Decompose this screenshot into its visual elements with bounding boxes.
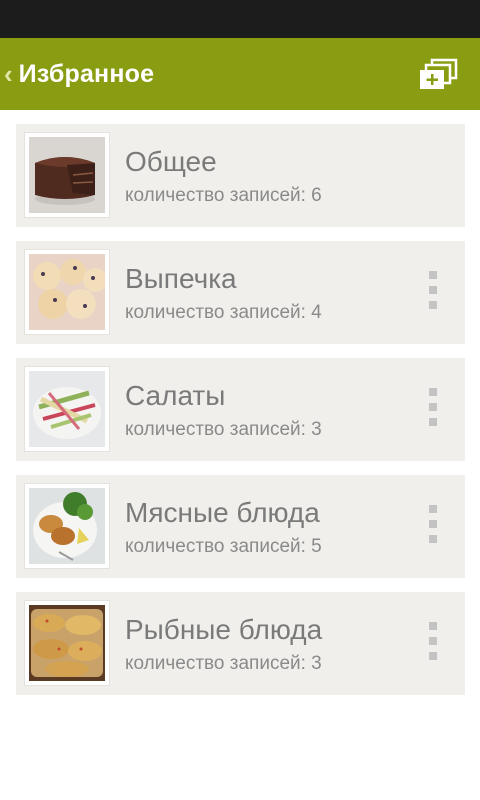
app-toolbar: ‹ Избранное	[0, 38, 480, 110]
add-collection-icon	[420, 58, 458, 89]
category-card-fish[interactable]: Рыбные блюда количество записей: 3	[16, 592, 465, 695]
dot-icon	[429, 271, 437, 279]
category-card-meat[interactable]: Мясные блюда количество записей: 5	[16, 475, 465, 578]
buns-image	[25, 250, 109, 334]
category-title: Салаты	[125, 380, 226, 411]
category-count: количество записей: 4	[125, 302, 322, 323]
dot-icon	[429, 388, 437, 396]
overflow-menu-button[interactable]	[424, 388, 444, 428]
cutlets-plate-image	[25, 484, 109, 568]
overflow-menu-button[interactable]	[424, 271, 444, 311]
dot-icon	[429, 403, 437, 411]
category-count: количество записей: 3	[125, 653, 322, 674]
category-count: количество записей: 5	[125, 536, 322, 557]
category-title: Мясные блюда	[125, 497, 320, 528]
dot-icon	[429, 520, 437, 528]
category-card-salads[interactable]: Салаты количество записей: 3	[16, 358, 465, 461]
category-count: количество записей: 3	[125, 419, 322, 440]
favorites-list: Общее количество записей: 6 Выпечка коли…	[16, 124, 465, 709]
category-card-general[interactable]: Общее количество записей: 6	[16, 124, 465, 227]
chevron-left-icon: ‹	[4, 59, 13, 89]
category-count: количество записей: 6	[125, 185, 322, 206]
category-title: Общее	[125, 146, 217, 177]
category-card-baking[interactable]: Выпечка количество записей: 4	[16, 241, 465, 344]
back-button[interactable]: ‹ Избранное	[4, 38, 154, 110]
salad-image	[25, 367, 109, 451]
dot-icon	[429, 301, 437, 309]
dot-icon	[429, 652, 437, 660]
dot-icon	[429, 505, 437, 513]
category-title: Выпечка	[125, 263, 237, 294]
dot-icon	[429, 535, 437, 543]
status-bar	[0, 0, 480, 38]
dot-icon	[429, 286, 437, 294]
dot-icon	[429, 637, 437, 645]
overflow-menu-button[interactable]	[424, 505, 444, 545]
dot-icon	[429, 622, 437, 630]
chocolate-cake-image	[25, 133, 109, 217]
dot-icon	[429, 418, 437, 426]
add-collection-button[interactable]	[418, 58, 458, 92]
overflow-menu-button[interactable]	[424, 622, 444, 662]
fried-fish-image	[25, 601, 109, 685]
page-title: Избранное	[18, 59, 155, 88]
category-title: Рыбные блюда	[125, 614, 323, 645]
